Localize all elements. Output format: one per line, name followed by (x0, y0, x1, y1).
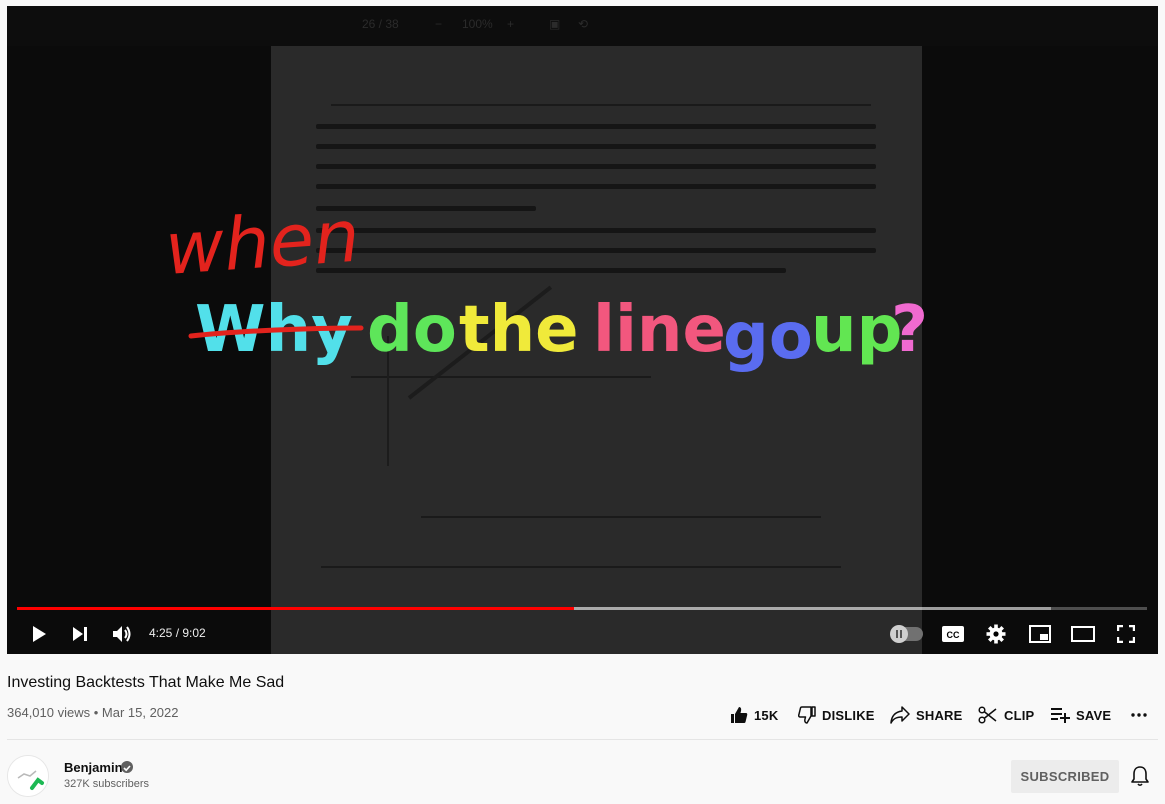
question-mark: ? (891, 293, 928, 367)
more-horizontal-icon (1131, 713, 1147, 717)
share-label: SHARE (916, 707, 963, 723)
share-button[interactable]: SHARE (890, 700, 963, 730)
save-label: SAVE (1076, 707, 1112, 723)
thumbs-up-icon (731, 707, 748, 723)
channel-name[interactable]: Benjamin (64, 760, 123, 775)
settings-button[interactable] (982, 620, 1010, 648)
verified-badge-icon (121, 761, 133, 773)
word-the: the (459, 293, 579, 367)
progress-bar[interactable] (17, 607, 1147, 610)
subscriber-count: 327K subscribers (64, 778, 149, 790)
fullscreen-button[interactable] (1112, 620, 1140, 648)
progress-played (17, 607, 575, 610)
video-player[interactable]: 26 / 38 − 100% + ▣ ⟲ when Why do the lin… (7, 6, 1158, 654)
like-button[interactable]: 15K (730, 700, 778, 730)
share-icon (890, 706, 910, 724)
fullscreen-icon (1117, 625, 1135, 643)
correction-word: when (162, 194, 362, 291)
volume-icon (113, 626, 131, 642)
bell-icon (1131, 766, 1149, 787)
channel-avatar[interactable] (7, 755, 49, 797)
time-display: 4:25 / 9:02 (149, 626, 206, 640)
svg-text:CC: CC (947, 630, 960, 640)
video-meta: 364,010 views • Mar 15, 2022 (7, 705, 179, 720)
gear-icon (986, 624, 1006, 644)
word-line: line (593, 293, 726, 367)
next-button[interactable] (66, 620, 94, 648)
scissors-icon (978, 706, 997, 724)
dislike-label: DISLIKE (822, 707, 875, 723)
subscribe-button[interactable]: SUBSCRIBED (1011, 760, 1119, 793)
theater-icon (1071, 626, 1095, 642)
captions-button[interactable]: CC (939, 620, 967, 648)
autoplay-toggle[interactable] (890, 625, 923, 643)
notification-bell-button[interactable] (1128, 764, 1152, 788)
save-button[interactable]: SAVE (1050, 700, 1111, 730)
miniplayer-button[interactable] (1026, 620, 1054, 648)
like-count: 15K (754, 707, 779, 723)
playlist-add-icon (1051, 708, 1070, 723)
next-icon (73, 627, 87, 641)
player-controls: 4:25 / 9:02 CC (7, 614, 1158, 654)
video-title: Investing Backtests That Make Me Sad (7, 674, 285, 691)
theater-button[interactable] (1069, 620, 1097, 648)
word-do: do (367, 293, 457, 367)
more-actions-button[interactable] (1131, 700, 1147, 730)
cc-icon: CC (942, 626, 964, 642)
volume-button[interactable] (108, 620, 136, 648)
dislike-button[interactable]: DISLIKE (798, 700, 875, 730)
section-divider (7, 739, 1158, 740)
word-up: up (811, 293, 902, 367)
word-go: go (723, 300, 813, 374)
clip-button[interactable]: CLIP (978, 700, 1034, 730)
autoplay-knob (890, 625, 908, 643)
play-button[interactable] (25, 620, 53, 648)
miniplayer-icon (1029, 625, 1051, 643)
thumbs-down-icon (798, 706, 816, 724)
play-icon (33, 626, 46, 642)
slide-title-overlay: when Why do the line go up ? (162, 194, 928, 374)
avatar-image (8, 756, 48, 796)
clip-label: CLIP (1004, 707, 1035, 723)
